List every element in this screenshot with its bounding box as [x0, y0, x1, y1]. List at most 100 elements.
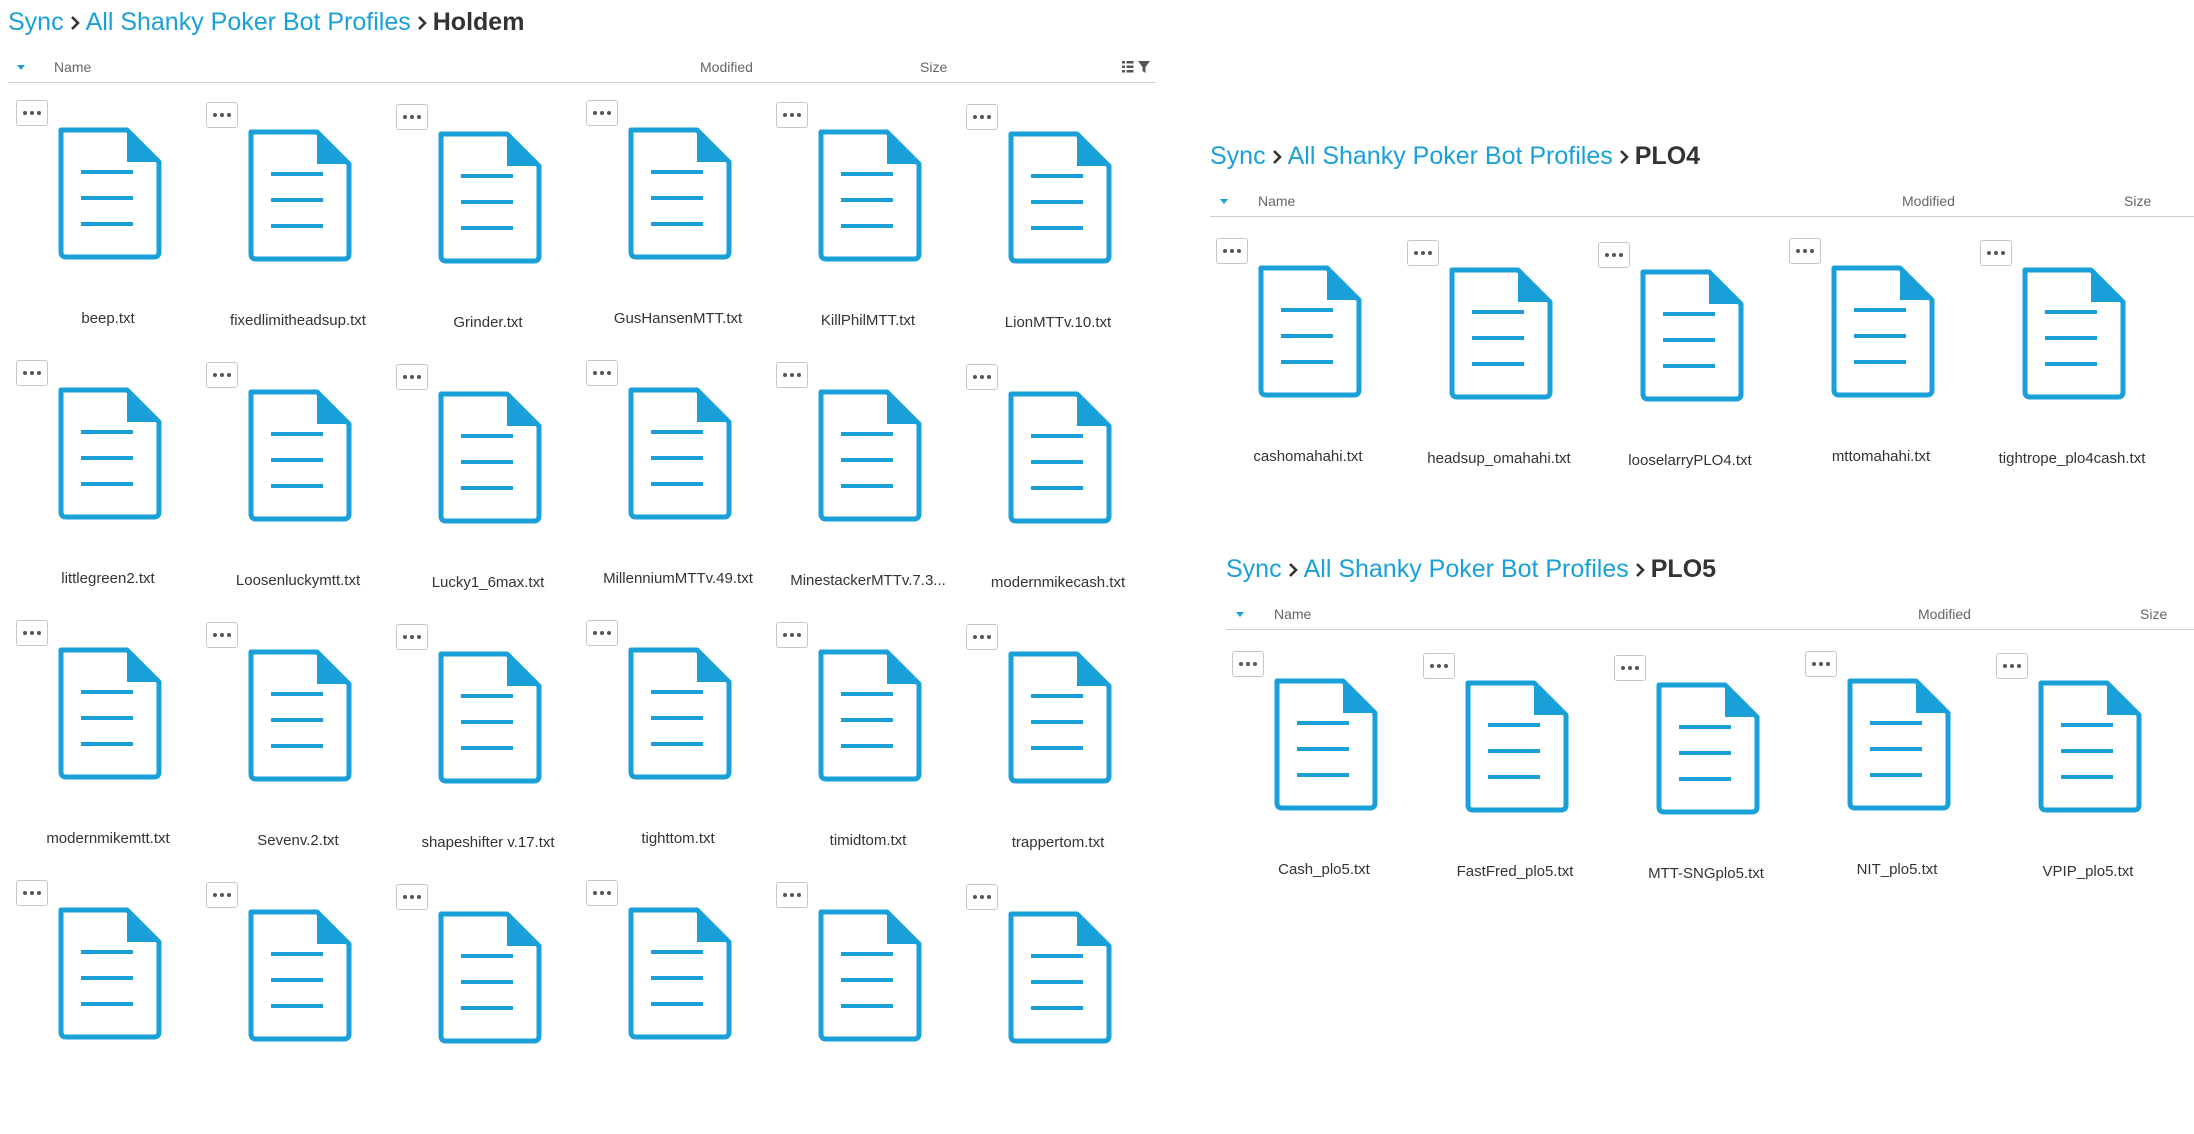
column-modified[interactable]: Modified	[1918, 606, 1971, 622]
file-name[interactable]: MillenniumMTTv.49.txt	[578, 570, 778, 587]
ellipsis-icon[interactable]	[586, 880, 618, 906]
column-name[interactable]: Name	[1274, 606, 1311, 622]
ellipsis-icon[interactable]	[206, 622, 238, 648]
ellipsis-icon[interactable]	[966, 104, 998, 130]
document-icon[interactable]	[623, 386, 733, 521]
document-icon[interactable]	[2033, 679, 2143, 814]
file-name[interactable]: looselarryPLO4.txt	[1590, 452, 1790, 469]
file-tile[interactable]	[958, 884, 1138, 1134]
file-tile[interactable]: MillenniumMTTv.49.txt	[578, 360, 758, 610]
document-icon[interactable]	[623, 646, 733, 781]
file-tile[interactable]: VPIP_plo5.txt	[1988, 653, 2168, 903]
file-name[interactable]: headsup_omahahi.txt	[1399, 450, 1599, 467]
file-name[interactable]: cashomahahi.txt	[1208, 448, 1408, 465]
breadcrumb-sync-link[interactable]: Sync	[8, 8, 64, 37]
ellipsis-icon[interactable]	[16, 360, 48, 386]
file-name[interactable]: timidtom.txt	[768, 832, 968, 849]
filter-icon[interactable]	[1138, 60, 1150, 77]
file-name[interactable]: FastFred_plo5.txt	[1415, 863, 1615, 880]
breadcrumb-profiles-link[interactable]: All Shanky Poker Bot Profiles	[1304, 555, 1629, 584]
document-icon[interactable]	[433, 650, 543, 785]
caret-down-icon[interactable]	[1234, 607, 1246, 623]
breadcrumb-profiles-link[interactable]: All Shanky Poker Bot Profiles	[86, 8, 411, 37]
ellipsis-icon[interactable]	[776, 362, 808, 388]
file-name[interactable]: Cash_plo5.txt	[1224, 861, 1424, 878]
ellipsis-icon[interactable]	[1789, 238, 1821, 264]
file-name[interactable]: littlegreen2.txt	[8, 570, 208, 587]
document-icon[interactable]	[813, 648, 923, 783]
ellipsis-icon[interactable]	[1232, 651, 1264, 677]
document-icon[interactable]	[1003, 130, 1113, 265]
document-icon[interactable]	[243, 388, 353, 523]
file-tile[interactable]: tightrope_plo4cash.txt	[1972, 240, 2152, 490]
document-icon[interactable]	[433, 130, 543, 265]
file-tile[interactable]: looselarryPLO4.txt	[1590, 242, 1770, 492]
document-icon[interactable]	[53, 386, 163, 521]
document-icon[interactable]	[1651, 681, 1761, 816]
file-tile[interactable]: littlegreen2.txt	[8, 360, 188, 610]
ellipsis-icon[interactable]	[966, 364, 998, 390]
ellipsis-icon[interactable]	[16, 620, 48, 646]
ellipsis-icon[interactable]	[776, 102, 808, 128]
breadcrumb-sync-link[interactable]: Sync	[1226, 555, 1282, 584]
column-size[interactable]: Size	[920, 59, 947, 75]
column-name[interactable]: Name	[54, 59, 91, 75]
document-icon[interactable]	[1460, 679, 1570, 814]
ellipsis-icon[interactable]	[966, 884, 998, 910]
file-name[interactable]: GusHansenMTT.txt	[578, 310, 778, 327]
ellipsis-icon[interactable]	[206, 882, 238, 908]
file-name[interactable]: modernmikemtt.txt	[8, 830, 208, 847]
file-tile[interactable]: beep.txt	[8, 100, 188, 350]
file-name[interactable]: mttomahahi.txt	[1781, 448, 1981, 465]
document-icon[interactable]	[1842, 677, 1952, 812]
file-name[interactable]: VPIP_plo5.txt	[1988, 863, 2188, 880]
file-tile[interactable]: modernmikecash.txt	[958, 364, 1138, 614]
document-icon[interactable]	[1269, 677, 1379, 812]
document-icon[interactable]	[813, 908, 923, 1043]
ellipsis-icon[interactable]	[1996, 653, 2028, 679]
file-name[interactable]: Loosenluckymtt.txt	[198, 572, 398, 589]
file-name[interactable]: modernmikecash.txt	[958, 574, 1158, 591]
ellipsis-icon[interactable]	[206, 362, 238, 388]
file-tile[interactable]	[198, 882, 378, 1132]
file-tile[interactable]: GusHansenMTT.txt	[578, 100, 758, 350]
column-size[interactable]: Size	[2124, 193, 2151, 209]
ellipsis-icon[interactable]	[396, 364, 428, 390]
breadcrumb-sync-link[interactable]: Sync	[1210, 142, 1266, 171]
ellipsis-icon[interactable]	[396, 884, 428, 910]
document-icon[interactable]	[623, 906, 733, 1041]
file-tile[interactable]: fixedlimitheadsup.txt	[198, 102, 378, 352]
document-icon[interactable]	[53, 126, 163, 261]
file-tile[interactable]	[578, 880, 758, 1130]
file-tile[interactable]: NIT_plo5.txt	[1797, 651, 1977, 901]
document-icon[interactable]	[813, 388, 923, 523]
file-tile[interactable]: trappertom.txt	[958, 624, 1138, 874]
file-name[interactable]: Lucky1_6max.txt	[388, 574, 588, 591]
file-name[interactable]: beep.txt	[8, 310, 208, 327]
column-size[interactable]: Size	[2140, 606, 2167, 622]
file-tile[interactable]: MTT-SNGplo5.txt	[1606, 655, 1786, 905]
ellipsis-icon[interactable]	[396, 104, 428, 130]
file-tile[interactable]	[388, 884, 568, 1134]
file-tile[interactable]: MinestackerMTTv.7.3...	[768, 362, 948, 612]
column-modified[interactable]: Modified	[1902, 193, 1955, 209]
file-name[interactable]: MTT-SNGplo5.txt	[1606, 865, 1806, 882]
ellipsis-icon[interactable]	[1598, 242, 1630, 268]
ellipsis-icon[interactable]	[586, 100, 618, 126]
document-icon[interactable]	[243, 908, 353, 1043]
document-icon[interactable]	[433, 390, 543, 525]
file-name[interactable]: MinestackerMTTv.7.3...	[768, 572, 968, 589]
document-icon[interactable]	[243, 648, 353, 783]
file-name[interactable]: KillPhilMTT.txt	[768, 312, 968, 329]
file-tile[interactable]: headsup_omahahi.txt	[1399, 240, 1579, 490]
document-icon[interactable]	[1826, 264, 1936, 399]
document-icon[interactable]	[1253, 264, 1363, 399]
ellipsis-icon[interactable]	[966, 624, 998, 650]
file-tile[interactable]: Loosenluckymtt.txt	[198, 362, 378, 612]
caret-down-icon[interactable]	[1218, 194, 1230, 210]
ellipsis-icon[interactable]	[586, 360, 618, 386]
document-icon[interactable]	[1635, 268, 1745, 403]
file-tile[interactable]: KillPhilMTT.txt	[768, 102, 948, 352]
ellipsis-icon[interactable]	[1216, 238, 1248, 264]
file-tile[interactable]	[768, 882, 948, 1132]
